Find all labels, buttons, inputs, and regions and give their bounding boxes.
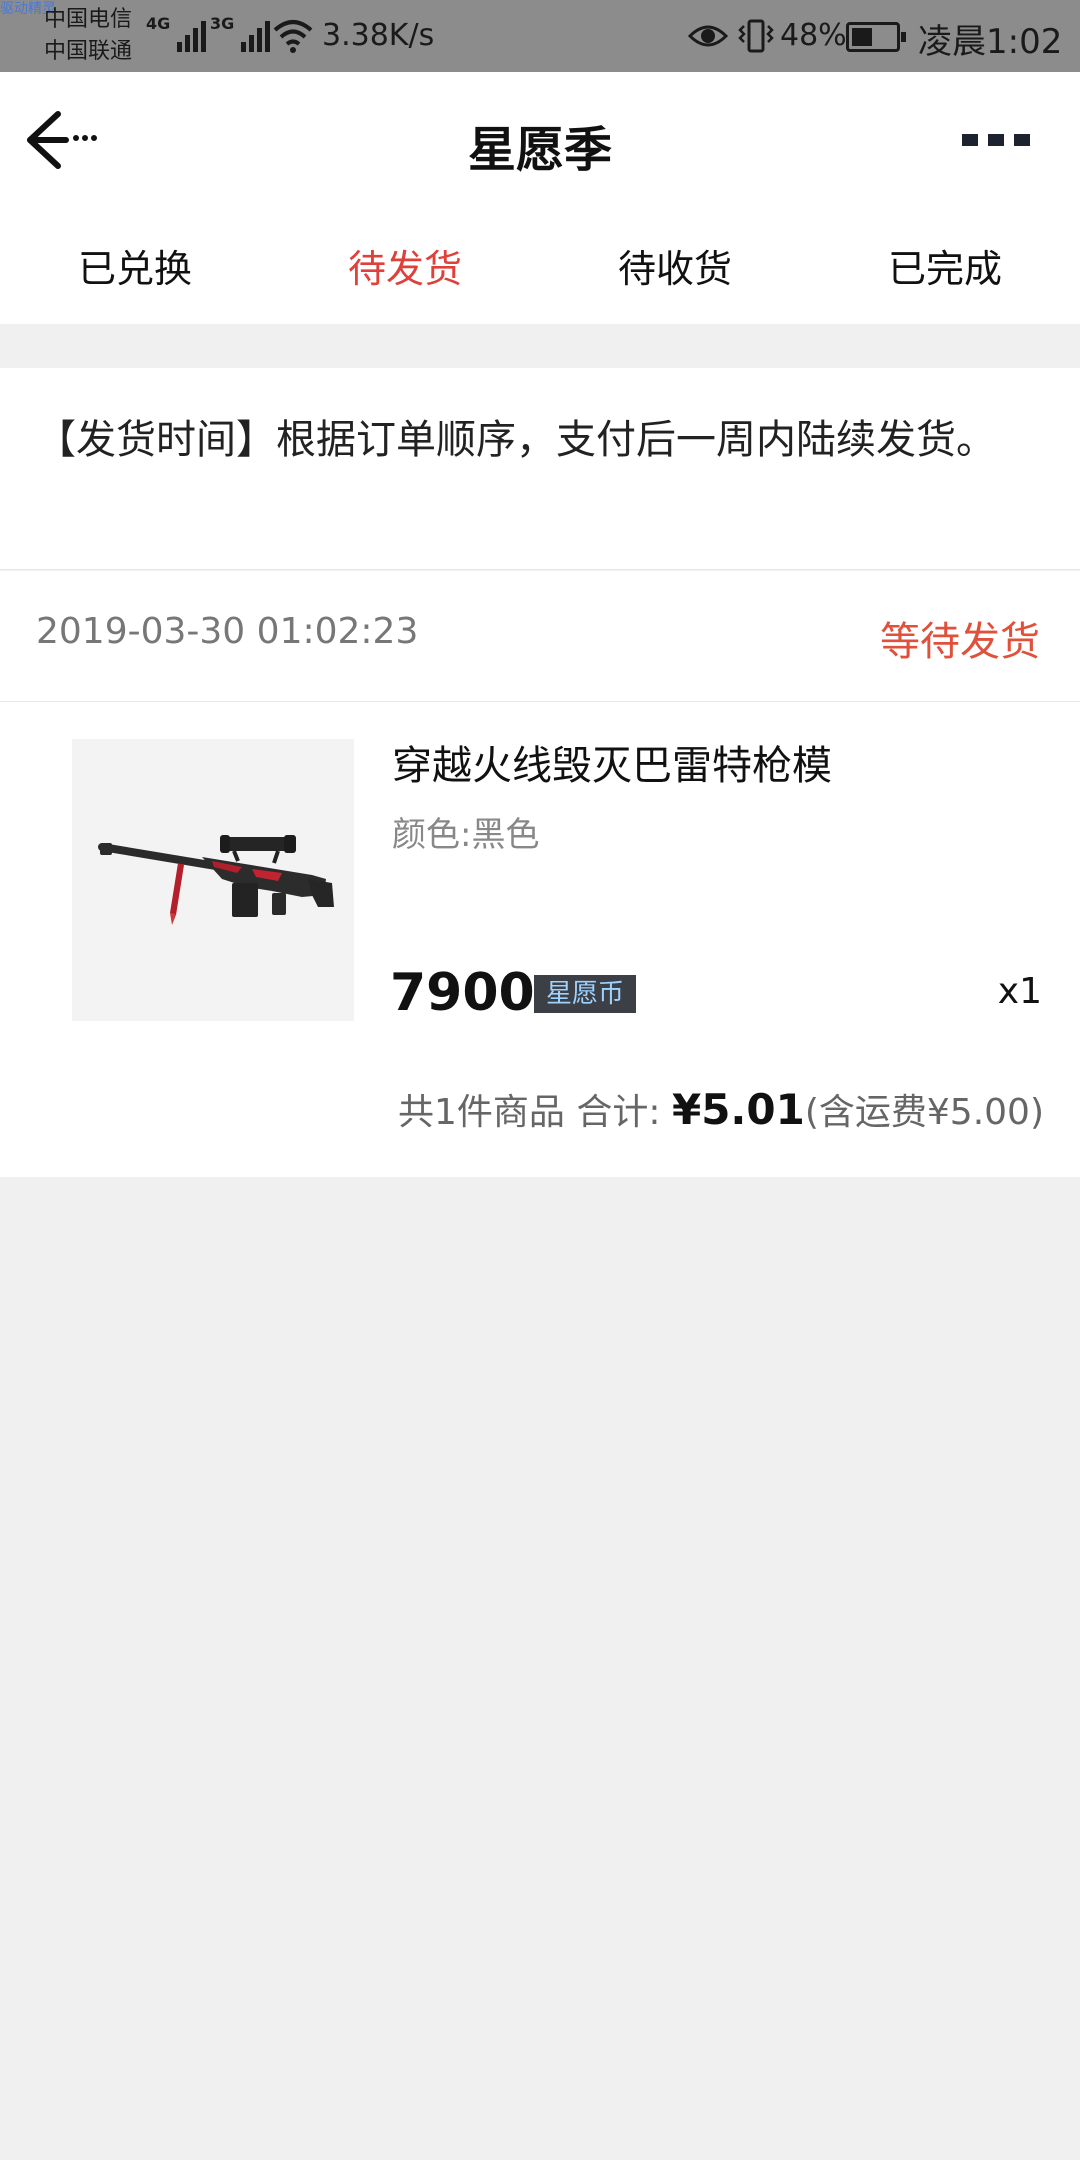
order-status: 等待发货 [880, 619, 1040, 665]
product-name[interactable]: 穿越火线毁灭巴雷特枪模 [392, 733, 832, 791]
wifi-icon [273, 20, 313, 53]
carrier-names: 中国电信 中国联通 [44, 4, 132, 68]
vibrate-icon [738, 19, 774, 53]
network-speed: 3.38K/s [322, 18, 435, 53]
nav-bar: 星愿季 [0, 72, 1080, 208]
tab-completed[interactable]: 已完成 [810, 238, 1080, 293]
carrier-1: 中国电信 [44, 7, 133, 32]
sim1-signal-icon: 4G [146, 14, 207, 52]
battery-fill [852, 28, 873, 46]
sim2-signal-icon: 3G [210, 14, 271, 52]
order-tabs: 已兑换 待发货 待收货 已完成 [0, 208, 1080, 324]
currency-badge: 星愿币 [534, 975, 637, 1013]
sim1-network-label: 4G [146, 14, 171, 33]
more-dots-icon[interactable] [962, 134, 1030, 146]
status-time: 凌晨1:02 [918, 22, 1063, 62]
carrier-2: 中国联通 [44, 39, 133, 64]
product-price: 7900 [390, 963, 535, 1023]
battery-icon [846, 22, 906, 52]
shipping-notice: 【发货时间】根据订单顺序，支付后一周内陆续发货。 [0, 368, 1080, 570]
order-card[interactable]: 2019-03-30 01:02:23 等待发货 穿越火线毁灭巴雷特枪模 颜色:… [0, 571, 1080, 1177]
item-count: 共1件商品 [398, 1092, 565, 1133]
sim2-network-label: 3G [210, 14, 235, 33]
shipping-note: (含运费¥5.00) [804, 1092, 1044, 1133]
tab-pending-receipt[interactable]: 待收货 [540, 238, 810, 293]
eye-comfort-icon [688, 25, 728, 47]
tab-redeemed[interactable]: 已兑换 [0, 238, 270, 293]
order-time: 2019-03-30 01:02:23 [36, 611, 419, 652]
product-spec: 颜色:黑色 [392, 815, 540, 855]
product-quantity: x1 [997, 971, 1042, 1012]
tab-pending-shipment[interactable]: 待发货 [270, 238, 540, 293]
total-label: 合计: [576, 1092, 661, 1133]
battery-percent: 48% [780, 18, 847, 53]
total-amount: ¥5.01 [671, 1085, 805, 1134]
order-summary: 共1件商品 合计: ¥5.01(含运费¥5.00) [398, 1083, 1044, 1135]
status-bar: 驱动精灵 中国电信 中国联通 4G 3G 3.38K/s 48% 凌晨1:02 [0, 0, 1080, 72]
product-thumbnail[interactable] [72, 739, 354, 1021]
order-header: 2019-03-30 01:02:23 等待发货 [0, 571, 1080, 702]
shipping-notice-text: 【发货时间】根据订单顺序，支付后一周内陆续发货。 [36, 417, 996, 463]
page-title: 星愿季 [467, 122, 612, 178]
sniper-rifle-image [98, 835, 334, 925]
